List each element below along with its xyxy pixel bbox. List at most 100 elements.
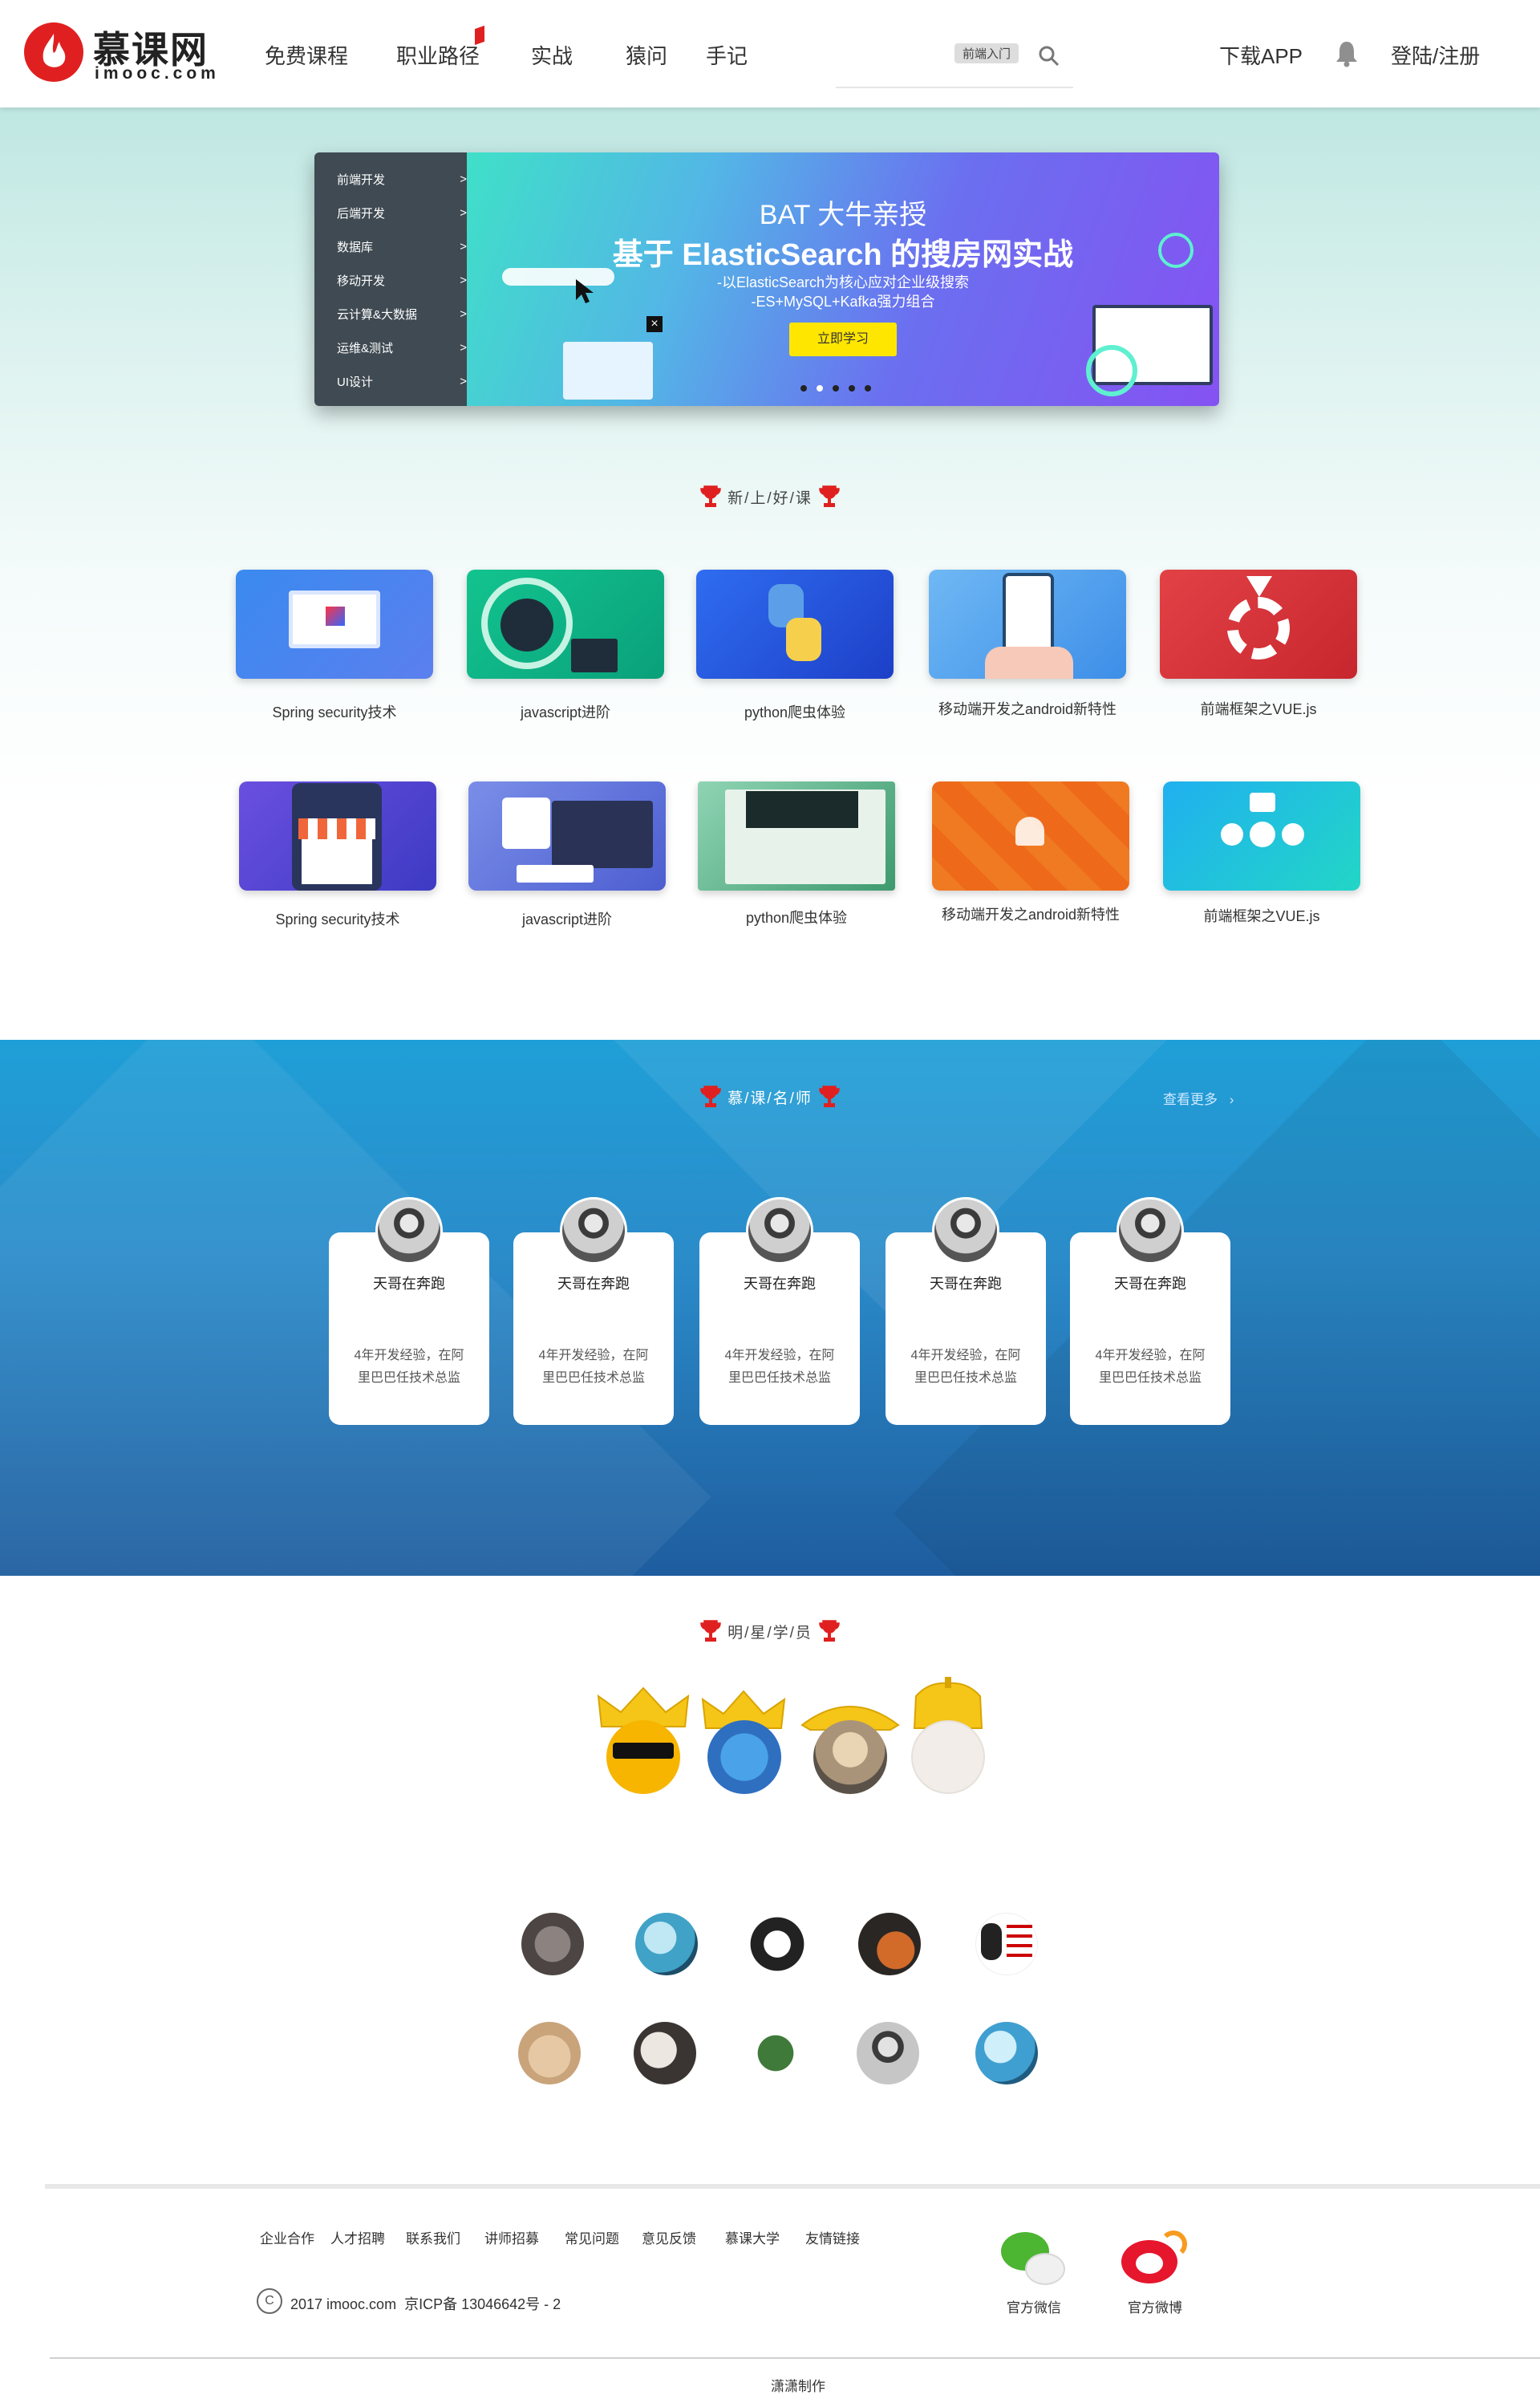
teacher-card[interactable]: 天哥在奔跑 4年开发经验，在阿里巴巴任技术总监	[1070, 1197, 1230, 1425]
course-card[interactable]: 前端框架之VUE.js	[1160, 570, 1357, 719]
footer-link-university[interactable]: 慕课大学	[725, 2227, 780, 2247]
carousel-dot[interactable]	[800, 385, 807, 392]
student-avatar[interactable]	[858, 1913, 921, 1975]
menu-item-cloud-bigdata[interactable]: 云计算&大数据 >	[337, 297, 467, 331]
search-icon[interactable]	[1038, 45, 1060, 67]
course-title: 移动端开发之android新特性	[941, 907, 1121, 923]
sunglasses-icon	[613, 1743, 674, 1759]
student-avatar[interactable]	[635, 1913, 698, 1975]
student-avatar[interactable]	[521, 1913, 584, 1975]
trophy-icon	[700, 1086, 721, 1107]
banner-subtitle-1: -以ElasticSearch为核心应对企业级搜索	[716, 274, 970, 290]
view-more-link[interactable]: 查看更多 ›	[1163, 1088, 1234, 1108]
course-thumbnail	[932, 781, 1129, 891]
course-card[interactable]: javascript进阶	[467, 570, 664, 722]
ide-logo-icon	[326, 607, 345, 626]
crowned-student[interactable]	[906, 1677, 990, 1805]
crowned-student[interactable]	[696, 1685, 792, 1805]
nav-questions[interactable]: 猿问	[626, 40, 667, 70]
course-title: python爬虫体验	[745, 910, 848, 926]
teacher-desc: 4年开发经验，在阿里巴巴任技术总监	[1095, 1349, 1206, 1385]
menu-item-backend[interactable]: 后端开发 >	[337, 196, 467, 229]
awning-icon	[298, 818, 375, 839]
banner-title-2: 基于 ElasticSearch 的搜房网实战	[612, 238, 1074, 272]
teacher-card[interactable]: 天哥在奔跑 4年开发经验，在阿里巴巴任技术总监	[699, 1197, 860, 1425]
footer-link-jobs[interactable]: 人才招聘	[330, 2227, 385, 2247]
student-avatar[interactable]	[744, 2022, 807, 2084]
course-card[interactable]: 移动端开发之android新特性	[929, 570, 1126, 719]
course-card[interactable]: Spring security技术	[239, 781, 436, 929]
footer-link-friends[interactable]: 友情链接	[805, 2227, 860, 2247]
chevron-right-icon: ›	[1229, 1092, 1234, 1107]
course-thumbnail	[929, 570, 1126, 679]
trophy-icon	[700, 1620, 721, 1642]
logo-sub-text: imooc.com	[95, 64, 220, 83]
menu-item-frontend[interactable]: 前端开发 >	[337, 162, 467, 196]
student-avatar[interactable]	[518, 2022, 581, 2084]
teachers-title-wrap: 慕/课/名/师	[0, 1085, 1540, 1109]
teacher-card[interactable]: 天哥在奔跑 4年开发经验，在阿里巴巴任技术总监	[513, 1197, 674, 1425]
menu-item-ops-testing[interactable]: 运维&测试 >	[337, 331, 467, 364]
footer-link-faq[interactable]: 常见问题	[565, 2227, 619, 2247]
menu-item-mobile[interactable]: 移动开发 >	[337, 263, 467, 297]
wechat-link[interactable]: 官方微信	[996, 2230, 1072, 2319]
tablet-icon	[502, 798, 550, 849]
crowned-student[interactable]	[595, 1685, 691, 1805]
wechat-label: 官方微信	[1007, 2300, 1061, 2316]
weibo-icon-arc	[1160, 2230, 1187, 2258]
nav-practice[interactable]: 实战	[531, 40, 573, 70]
screenshot-header	[746, 791, 858, 828]
student-avatar[interactable]	[634, 2022, 696, 2084]
banner-slide[interactable]: BAT 大牛亲授 基于 ElasticSearch 的搜房网实战 -以Elast…	[467, 152, 1219, 406]
menu-item-ui-design[interactable]: UI设计 >	[337, 364, 467, 398]
course-title: javascript进阶	[520, 704, 611, 720]
search-bar[interactable]: 前端入门	[836, 35, 1073, 88]
chevron-right-icon: >	[460, 205, 467, 220]
student-avatar[interactable]	[975, 1913, 1038, 1975]
teacher-card[interactable]: 天哥在奔跑 4年开发经验，在阿里巴巴任技术总监	[329, 1197, 489, 1425]
student-avatar[interactable]	[857, 2022, 919, 2084]
teacher-card[interactable]: 天哥在奔跑 4年开发经验，在阿里巴巴任技术总监	[886, 1197, 1046, 1425]
banner-close-icon[interactable]: ×	[646, 316, 663, 332]
course-title: python爬虫体验	[744, 704, 846, 720]
footer-link-feedback[interactable]: 意见反馈	[642, 2227, 696, 2247]
copyright-text: 2017 imooc.com 京ICP备 13046642号 - 2	[290, 2296, 561, 2312]
carousel-dot[interactable]	[833, 385, 839, 392]
footer-link-business[interactable]: 企业合作	[260, 2227, 314, 2247]
banner: 前端开发 > 后端开发 > 数据库 > 移动开发 > 云计算&大数据 > 运维&测试 > U…	[314, 152, 1219, 406]
banner-cta-button[interactable]: 立即学习	[789, 323, 897, 356]
flame-logo-icon	[24, 22, 83, 82]
logo[interactable]: 慕课网 imooc.com	[24, 21, 229, 85]
footer-link-teacher-recruit[interactable]: 讲师招募	[484, 2227, 539, 2247]
menu-item-database[interactable]: 数据库 >	[337, 229, 467, 263]
course-card[interactable]: javascript进阶	[468, 781, 666, 929]
student-avatar[interactable]	[746, 1913, 808, 1975]
gear-icon	[1227, 597, 1290, 660]
carousel-dot[interactable]	[865, 385, 871, 392]
nav-notes[interactable]: 手记	[706, 40, 748, 70]
course-card[interactable]: 移动端开发之android新特性	[932, 781, 1129, 924]
download-app-link[interactable]: 下载APP	[1219, 40, 1303, 70]
course-card[interactable]: python爬虫体验	[698, 781, 895, 927]
course-card[interactable]: Spring security技术	[236, 570, 433, 722]
bell-icon[interactable]	[1335, 40, 1359, 67]
python-logo-icon-2	[786, 618, 821, 661]
login-register-link[interactable]: 登陆/注册	[1391, 40, 1480, 70]
nav-career-path[interactable]: 职业路径	[396, 40, 480, 70]
course-card[interactable]: python爬虫体验	[696, 570, 894, 722]
crowned-student[interactable]	[797, 1685, 903, 1805]
weibo-link[interactable]: 官方微博	[1115, 2230, 1195, 2319]
course-thumbnail	[467, 570, 664, 679]
search-hot-tag[interactable]: 前端入门	[954, 43, 1019, 63]
banner-graphic-window	[563, 342, 653, 400]
student-avatar[interactable]	[975, 2022, 1038, 2084]
course-card[interactable]: 前端框架之VUE.js	[1163, 781, 1360, 926]
carousel-dot-active[interactable]	[817, 385, 823, 392]
nav-free-courses[interactable]: 免费课程	[265, 40, 348, 70]
course-thumbnail	[698, 781, 895, 891]
carousel-dot[interactable]	[849, 385, 855, 392]
teacher-avatar	[560, 1197, 627, 1264]
footer-top-divider	[45, 2184, 1540, 2189]
footer-link-contact[interactable]: 联系我们	[406, 2227, 460, 2247]
teacher-avatar	[746, 1197, 813, 1264]
